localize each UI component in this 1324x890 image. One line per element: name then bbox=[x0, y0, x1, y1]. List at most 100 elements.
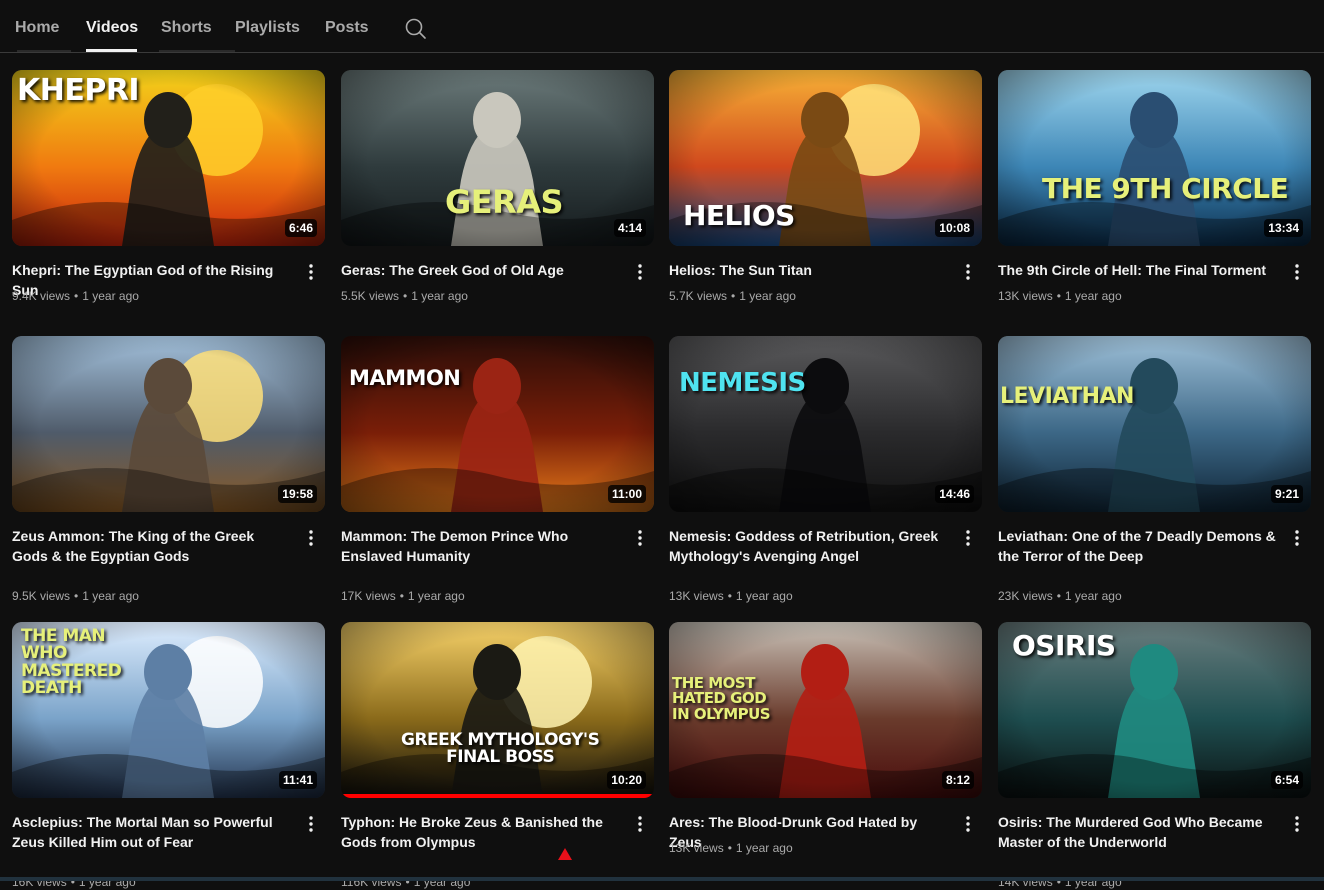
separator-dot: • bbox=[1056, 289, 1061, 303]
view-count: 5.7K views bbox=[669, 289, 728, 303]
video-thumbnail[interactable]: THE MOST HATED GOD IN OLYMPUS 8:12 bbox=[669, 622, 982, 798]
video-card[interactable]: THE 9TH CIRCLE 13:34 The 9th Circle of H… bbox=[998, 70, 1311, 330]
video-menu-button[interactable] bbox=[1285, 260, 1309, 284]
video-metadata: 13K views • 1 year ago bbox=[669, 588, 793, 604]
view-count: 17K views bbox=[341, 589, 396, 603]
video-title[interactable]: Geras: The Greek God of Old Age bbox=[341, 260, 621, 280]
thumbnail-title-text: THE 9TH CIRCLE bbox=[1042, 172, 1289, 205]
duration-badge: 9:21 bbox=[1270, 485, 1303, 503]
view-count: 5.5K views bbox=[341, 289, 400, 303]
thumbnail-title-text: NEMESIS bbox=[679, 368, 806, 398]
upload-age: 1 year ago bbox=[407, 589, 465, 603]
video-title[interactable]: Nemesis: Goddess of Retribution, Greek M… bbox=[669, 526, 949, 566]
watch-progress-bar bbox=[341, 794, 654, 798]
video-thumbnail[interactable]: HELIOS 10:08 bbox=[669, 70, 982, 246]
video-thumbnail[interactable]: KHEPRI 6:46 bbox=[12, 70, 325, 246]
duration-badge: 4:14 bbox=[613, 219, 646, 237]
video-card[interactable]: OSIRIS 6:54 Osiris: The Murdered God Who… bbox=[998, 622, 1311, 889]
video-title[interactable]: Asclepius: The Mortal Man so Powerful Ze… bbox=[12, 812, 292, 852]
duration-badge: 10:20 bbox=[607, 771, 646, 789]
thumbnail-title-text: MAMMON bbox=[349, 366, 461, 390]
video-title[interactable]: Osiris: The Murdered God Who Became Mast… bbox=[998, 812, 1278, 852]
video-title[interactable]: Typhon: He Broke Zeus & Banished the God… bbox=[341, 812, 621, 852]
video-card[interactable]: THE MAN WHO MASTERED DEATH 11:41 Asclepi… bbox=[12, 622, 325, 889]
duration-badge: 11:41 bbox=[278, 771, 317, 789]
upload-age: 1 year ago bbox=[82, 289, 139, 303]
search-icon bbox=[405, 18, 426, 39]
video-thumbnail[interactable]: THE MAN WHO MASTERED DEATH 11:41 bbox=[12, 622, 325, 798]
tab-playlists[interactable]: Playlists bbox=[235, 19, 300, 37]
video-card[interactable]: 19:58 Zeus Ammon: The King of the Greek … bbox=[12, 336, 325, 603]
thumbnail-title-text: HELIOS bbox=[683, 199, 795, 232]
separator-dot: • bbox=[399, 589, 404, 603]
video-thumbnail[interactable]: OSIRIS 6:54 bbox=[998, 622, 1311, 798]
video-menu-button[interactable] bbox=[299, 526, 323, 550]
video-thumbnail[interactable]: NEMESIS 14:46 bbox=[669, 336, 982, 512]
video-card[interactable]: KHEPRI 6:46 Khepri: The Egyptian God of … bbox=[12, 70, 325, 330]
video-menu-button[interactable] bbox=[299, 812, 323, 836]
more-vert-icon bbox=[638, 816, 642, 832]
more-vert-icon bbox=[1295, 264, 1299, 280]
thumbnail-title-text: KHEPRI bbox=[17, 73, 140, 108]
tab-shorts[interactable]: Shorts bbox=[161, 19, 212, 37]
video-menu-button[interactable] bbox=[299, 260, 323, 284]
video-card[interactable]: GERAS 4:14 Geras: The Greek God of Old A… bbox=[341, 70, 654, 330]
video-metadata: 23K views • 1 year ago bbox=[998, 588, 1122, 604]
video-card[interactable]: GREEK MYTHOLOGY'S FINAL BOSS 10:20 Typho… bbox=[341, 622, 654, 889]
video-thumbnail[interactable]: 19:58 bbox=[12, 336, 325, 512]
more-vert-icon bbox=[966, 530, 970, 546]
video-card[interactable]: HELIOS 10:08 Helios: The Sun Titan 5.7K … bbox=[669, 70, 982, 330]
video-thumbnail[interactable]: MAMMON 11:00 bbox=[341, 336, 654, 512]
tab-home[interactable]: Home bbox=[15, 19, 59, 37]
separator-dot: • bbox=[727, 589, 732, 603]
duration-badge: 6:46 bbox=[284, 219, 317, 237]
video-title[interactable]: The 9th Circle of Hell: The Final Tormen… bbox=[998, 260, 1278, 280]
upload-age: 1 year ago bbox=[1064, 289, 1122, 303]
view-count: 23K views bbox=[998, 589, 1053, 603]
more-vert-icon bbox=[309, 530, 313, 546]
video-card[interactable]: LEVIATHAN 9:21 Leviathan: One of the 7 D… bbox=[998, 336, 1311, 603]
video-thumbnail[interactable]: GERAS 4:14 bbox=[341, 70, 654, 246]
video-title[interactable]: Helios: The Sun Titan bbox=[669, 260, 949, 280]
video-title[interactable]: Mammon: The Demon Prince Who Enslaved Hu… bbox=[341, 526, 621, 566]
thumbnail-title-text: THE MAN WHO MASTERED DEATH bbox=[21, 626, 122, 698]
video-thumbnail[interactable]: THE 9TH CIRCLE 13:34 bbox=[998, 70, 1311, 246]
video-thumbnail[interactable]: GREEK MYTHOLOGY'S FINAL BOSS 10:20 bbox=[341, 622, 654, 798]
video-card[interactable]: THE MOST HATED GOD IN OLYMPUS 8:12 Ares:… bbox=[669, 622, 982, 882]
video-title[interactable]: Leviathan: One of the 7 Deadly Demons & … bbox=[998, 526, 1278, 566]
separator-dot: • bbox=[74, 289, 79, 303]
video-menu-button[interactable] bbox=[628, 526, 652, 550]
separator-dot: • bbox=[1056, 589, 1061, 603]
upload-age: 1 year ago bbox=[735, 589, 793, 603]
more-vert-icon bbox=[638, 264, 642, 280]
video-metadata: 5.7K views • 1 year ago bbox=[669, 288, 796, 304]
video-menu-button[interactable] bbox=[1285, 812, 1309, 836]
separator-dot: • bbox=[727, 841, 732, 855]
video-card[interactable]: MAMMON 11:00 Mammon: The Demon Prince Wh… bbox=[341, 336, 654, 603]
active-tab-indicator bbox=[86, 49, 137, 52]
video-menu-button[interactable] bbox=[1285, 526, 1309, 550]
tab-divider bbox=[17, 50, 71, 52]
more-vert-icon bbox=[1295, 816, 1299, 832]
video-menu-button[interactable] bbox=[628, 260, 652, 284]
thumbnail-title-text: GERAS bbox=[445, 183, 564, 221]
video-thumbnail[interactable]: LEVIATHAN 9:21 bbox=[998, 336, 1311, 512]
tab-posts[interactable]: Posts bbox=[325, 19, 369, 37]
duration-badge: 10:08 bbox=[935, 219, 974, 237]
video-menu-button[interactable] bbox=[956, 526, 980, 550]
thumbnail-title-text: THE MOST HATED GOD IN OLYMPUS bbox=[672, 674, 771, 723]
duration-badge: 19:58 bbox=[278, 485, 317, 503]
video-menu-button[interactable] bbox=[628, 812, 652, 836]
more-vert-icon bbox=[966, 264, 970, 280]
video-title[interactable]: Zeus Ammon: The King of the Greek Gods &… bbox=[12, 526, 292, 566]
more-vert-icon bbox=[638, 530, 642, 546]
thumbnail-title-text: GREEK MYTHOLOGY'S FINAL BOSS bbox=[401, 730, 600, 768]
video-metadata: 13K views • 1 year ago bbox=[998, 288, 1122, 304]
thumbnail-art bbox=[998, 336, 1311, 512]
video-menu-button[interactable] bbox=[956, 812, 980, 836]
search-button[interactable] bbox=[401, 14, 429, 42]
video-card[interactable]: NEMESIS 14:46 Nemesis: Goddess of Retrib… bbox=[669, 336, 982, 603]
video-menu-button[interactable] bbox=[956, 260, 980, 284]
tab-videos[interactable]: Videos bbox=[86, 19, 138, 37]
separator-dot: • bbox=[731, 289, 736, 303]
